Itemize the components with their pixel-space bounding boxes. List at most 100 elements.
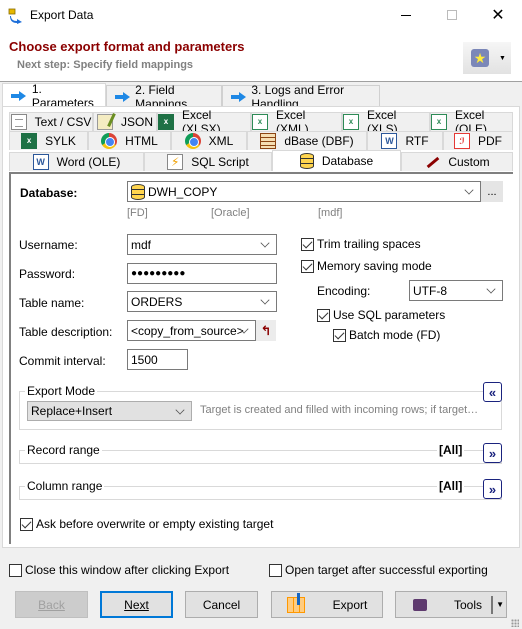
cancel-button[interactable]: Cancel — [185, 591, 258, 618]
tab-json[interactable]: JSON — [93, 112, 157, 131]
double-chevron-right-icon: » — [488, 445, 497, 461]
memory-saving-mode-checkbox[interactable]: Memory saving mode — [301, 259, 432, 273]
chevron-down-icon — [260, 295, 270, 305]
dropdown-caret-icon: ▼ — [499, 54, 506, 62]
chevron-down-icon — [464, 185, 474, 195]
header-subtitle: Next step: Specify field mappings — [17, 59, 194, 71]
collapse-export-mode-button[interactable]: « — [483, 382, 502, 402]
tab-html[interactable]: HTML — [88, 131, 171, 150]
return-arrow-icon: ↰ — [260, 322, 272, 338]
tab-custom[interactable]: Custom — [401, 152, 513, 171]
resize-grip[interactable] — [511, 619, 519, 627]
browse-database-button[interactable]: ... — [481, 181, 503, 202]
tab-parameters[interactable]: 1. Parameters — [2, 82, 106, 110]
record-range-value: [All] — [437, 443, 465, 457]
table-name-select[interactable]: ORDERS — [127, 291, 277, 312]
tab-excel-xml[interactable]: x Excel (XML) — [251, 108, 342, 136]
excel-icon: x — [158, 114, 174, 130]
window-title: Export Data — [30, 8, 94, 22]
chrome-icon — [184, 133, 201, 149]
word-icon: W — [381, 133, 398, 149]
database-hint-user: [mdf] — [318, 207, 343, 219]
checkbox-unchecked-icon — [269, 563, 282, 577]
minimize-icon — [401, 14, 411, 16]
tab-word-ole[interactable]: W Word (OLE) — [9, 152, 144, 171]
tab-dbase-dbf[interactable]: dBase (DBF) — [247, 131, 367, 150]
sql-script-icon: ⚡ — [167, 154, 184, 170]
checkbox-checked-icon — [301, 259, 314, 273]
tab-text-csv[interactable]: Text / CSV — [9, 112, 93, 131]
export-mode-select[interactable]: Replace+Insert — [27, 401, 192, 421]
export-button[interactable]: Export — [271, 591, 383, 618]
chrome-icon — [101, 133, 118, 149]
text-file-icon — [10, 114, 27, 130]
excel-icon: x — [343, 114, 359, 130]
tab-database[interactable]: Database — [272, 150, 401, 171]
excel-icon: x — [252, 114, 268, 130]
table-name-label: Table name: — [19, 296, 85, 310]
expand-column-range-button[interactable]: » — [483, 479, 502, 499]
export-table-icon — [286, 592, 305, 613]
favorites-button[interactable]: ★ ▼ — [463, 42, 511, 74]
tools-button[interactable]: Tools ▼ — [395, 591, 507, 618]
star-icon: ★ — [471, 49, 489, 67]
database-icon — [131, 183, 145, 200]
close-after-export-checkbox[interactable]: Close this window after clicking Export — [9, 563, 229, 577]
export-mode-description: Target is created and filled with incomi… — [200, 404, 479, 416]
use-sql-parameters-checkbox[interactable]: Use SQL parameters — [317, 308, 445, 322]
table-description-label: Table description: — [19, 325, 113, 339]
open-target-checkbox[interactable]: Open target after successful exporting — [269, 563, 488, 577]
database-icon — [299, 153, 314, 169]
tab-excel-ole[interactable]: x Excel (OLE) — [430, 108, 513, 136]
tab-sylk[interactable]: x SYLK — [9, 131, 88, 150]
chevron-down-icon — [175, 405, 185, 415]
checkbox-checked-icon — [333, 328, 346, 342]
tab-rtf[interactable]: W RTF — [367, 131, 443, 150]
sylk-icon: x — [21, 133, 38, 149]
checkbox-checked-icon — [20, 517, 33, 531]
tab-sql-script[interactable]: ⚡ SQL Script — [144, 152, 272, 171]
tab-xml[interactable]: XML — [171, 131, 247, 150]
encoding-select[interactable]: UTF-8 — [409, 280, 503, 301]
dbf-icon — [260, 133, 277, 149]
column-range-value: [All] — [437, 479, 465, 493]
export-data-app-icon — [8, 8, 24, 24]
maximize-button[interactable] — [429, 0, 475, 30]
database-hint-fd: [FD] — [127, 207, 148, 219]
toolbox-icon — [413, 598, 427, 611]
custom-icon — [424, 154, 440, 170]
ask-before-overwrite-checkbox[interactable]: Ask before overwrite or empty existing t… — [20, 517, 273, 531]
next-button[interactable]: Next — [100, 591, 173, 618]
username-select[interactable]: mdf — [127, 234, 277, 255]
tab-field-mappings[interactable]: 2. Field Mappings — [106, 83, 222, 111]
tab-excel-xlsx[interactable]: x Excel (XLSX) — [157, 108, 251, 136]
tab-excel-xls[interactable]: x Excel (XLS) — [342, 108, 430, 136]
back-button[interactable]: Back — [15, 591, 88, 618]
maximize-icon — [447, 10, 457, 20]
expand-record-range-button[interactable]: » — [483, 443, 502, 463]
tab-logs-error-handling[interactable]: 3. Logs and Error Handling — [222, 83, 380, 111]
arrow-right-icon — [115, 91, 131, 102]
arrow-right-icon — [231, 91, 247, 102]
chevron-down-icon — [260, 238, 270, 248]
batch-mode-checkbox[interactable]: Batch mode (FD) — [333, 328, 440, 342]
checkbox-checked-icon — [301, 237, 314, 251]
double-chevron-left-icon: « — [488, 384, 497, 400]
commit-interval-input[interactable]: 1500 — [127, 349, 188, 370]
reset-description-button[interactable]: ↰ — [256, 320, 276, 341]
column-range-legend: Column range — [25, 479, 105, 493]
database-select[interactable]: DWH_COPY — [127, 181, 481, 202]
password-input[interactable]: ●●●●●●●●● — [127, 263, 277, 284]
trim-trailing-spaces-checkbox[interactable]: Trim trailing spaces — [301, 237, 421, 251]
json-icon — [96, 114, 113, 130]
tools-dropdown-arrow[interactable]: ▼ — [491, 596, 504, 614]
database-hint-oracle: [Oracle] — [211, 207, 250, 219]
password-label: Password: — [19, 267, 76, 281]
excel-icon: x — [431, 114, 447, 130]
tab-pdf[interactable]: ℐ PDF — [443, 131, 513, 150]
close-button[interactable]: ✕ — [475, 0, 521, 30]
minimize-button[interactable] — [383, 0, 429, 30]
arrow-right-icon — [11, 90, 26, 101]
table-description-select[interactable]: <copy_from_source> — [127, 320, 256, 341]
username-label: Username: — [19, 238, 78, 252]
